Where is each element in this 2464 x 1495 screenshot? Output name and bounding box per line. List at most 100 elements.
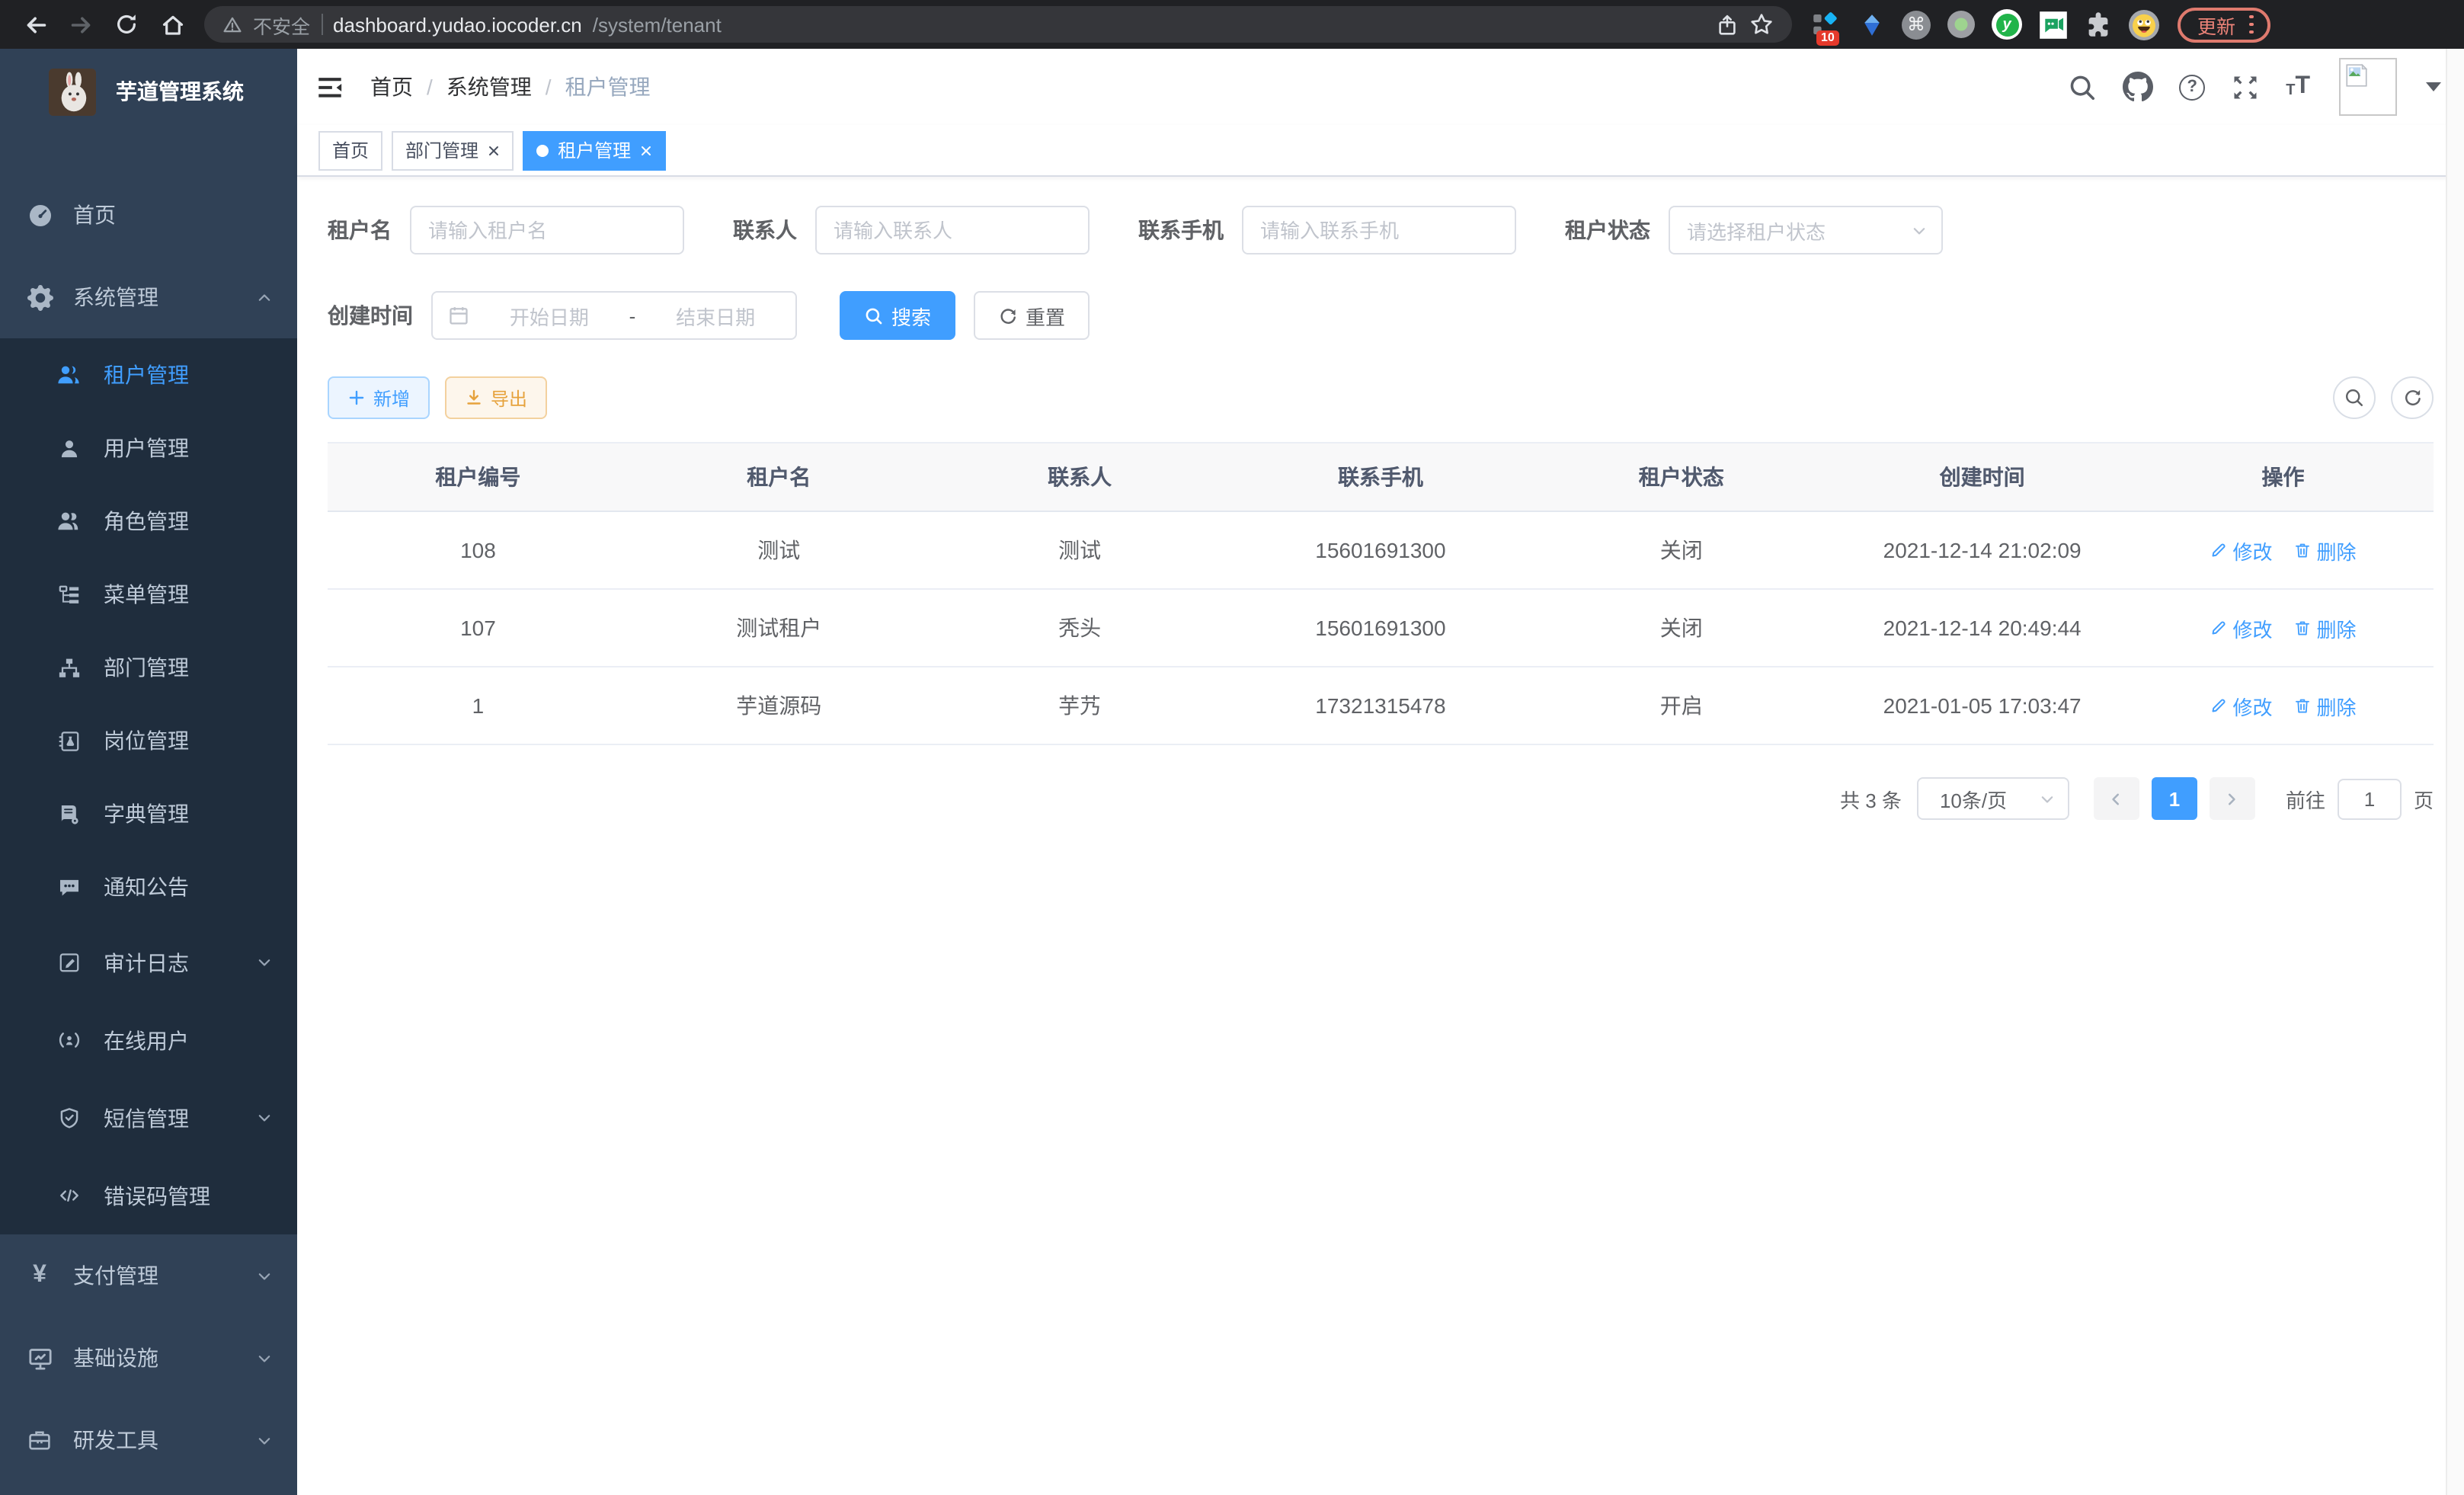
tag-dept[interactable]: 部门管理 [392, 130, 514, 170]
browser-menu-dots-icon[interactable] [2249, 14, 2253, 34]
reset-button[interactable]: 重置 [974, 291, 1090, 340]
delete-link[interactable]: 删除 [2294, 613, 2357, 642]
sidebar-item-sms[interactable]: 短信管理 [0, 1079, 297, 1157]
goto-page-input[interactable] [2338, 778, 2402, 819]
sidebar-item-tenant[interactable]: 租户管理 [0, 338, 297, 411]
add-button[interactable]: 新增 [328, 376, 430, 419]
filter-row-1: 租户名 联系人 联系手机 租户状态 请选择租户状态 [328, 206, 2434, 255]
delete-icon [2294, 541, 2312, 559]
col-tenant-name: 租户名 [629, 443, 930, 511]
edit-link[interactable]: 修改 [2210, 613, 2273, 642]
edit-icon [2210, 619, 2229, 637]
delete-link[interactable]: 删除 [2294, 536, 2357, 565]
date-range-picker[interactable]: 开始日期 - 结束日期 [431, 291, 797, 340]
address-bar[interactable]: 不安全 dashboard.yudao.iocoder.cn/system/te… [204, 6, 1792, 43]
online-users-icon [56, 1029, 81, 1052]
url-path[interactable]: /system/tenant [593, 13, 722, 36]
edit-link[interactable]: 修改 [2210, 536, 2273, 565]
browser-reload-button[interactable] [104, 5, 149, 44]
goto-page: 前往 页 [2286, 778, 2434, 819]
sidebar-item-online-users[interactable]: 在线用户 [0, 1001, 297, 1079]
cell-actions: 修改删除 [2133, 511, 2434, 589]
sidebar-item-devtools[interactable]: 研发工具 [0, 1399, 297, 1481]
sidebar-item-label: 部门管理 [104, 652, 189, 683]
gear-icon [26, 284, 53, 310]
fullscreen-icon[interactable] [2231, 72, 2260, 101]
show-search-button[interactable] [2333, 376, 2376, 419]
status-select[interactable]: 请选择租户状态 [1669, 206, 1943, 255]
sidebar-item-user[interactable]: 用户管理 [0, 411, 297, 485]
search-button[interactable]: 搜索 [840, 291, 955, 340]
url-divider [321, 14, 322, 35]
next-page-button[interactable] [2210, 777, 2255, 820]
user-avatar[interactable] [2339, 58, 2397, 116]
edit-link[interactable]: 修改 [2210, 691, 2273, 720]
chevron-down-icon [256, 1267, 273, 1284]
fold-icon [315, 72, 344, 101]
github-icon[interactable] [2123, 72, 2153, 102]
prev-page-button[interactable] [2094, 777, 2139, 820]
sidebar-item-notice[interactable]: 通知公告 [0, 850, 297, 924]
caret-down-icon[interactable] [2426, 82, 2441, 91]
tenant-name-input[interactable] [410, 206, 684, 255]
browser-home-button[interactable] [149, 5, 195, 44]
sidebar-item-menu[interactable]: 菜单管理 [0, 558, 297, 631]
sidebar-logo[interactable]: 芋道管理系统 [0, 49, 297, 134]
tag-tenant[interactable]: 租户管理 [523, 130, 666, 170]
sidebar-item-system[interactable]: 系统管理 [0, 256, 297, 338]
breadcrumb-separator: / [546, 75, 552, 99]
extension-icon-6[interactable] [2037, 9, 2068, 40]
extension-icon-4[interactable] [1946, 9, 1976, 40]
calendar-icon [448, 305, 469, 326]
page-number-button[interactable]: 1 [2152, 777, 2197, 820]
sidebar-item-role[interactable]: 角色管理 [0, 485, 297, 558]
table-row: 107 测试租户 秃头 15601691300 关闭 2021-12-14 20… [328, 589, 2434, 667]
sidebar-fold-button[interactable] [315, 72, 344, 101]
browser-back-button[interactable] [12, 5, 58, 44]
browser-forward-button[interactable] [58, 5, 104, 44]
page-size-select[interactable]: 10条/页 [1917, 777, 2069, 820]
post-badge-icon [56, 729, 81, 752]
export-button[interactable]: 导出 [445, 376, 547, 419]
cell-mobile: 17321315478 [1230, 667, 1531, 744]
search-icon [2344, 387, 2365, 408]
close-icon[interactable] [488, 144, 500, 156]
table-row: 108 测试 测试 15601691300 关闭 2021-12-14 21:0… [328, 511, 2434, 589]
extension-icon-5[interactable]: y [1992, 9, 2022, 40]
profile-avatar[interactable] [2129, 9, 2159, 40]
browser-update-button[interactable]: 更新 [2178, 7, 2270, 42]
search-icon[interactable] [2068, 72, 2097, 101]
sidebar-item-error-code[interactable]: 错误码管理 [0, 1157, 297, 1234]
sidebar-menu: 首页 系统管理 租户管理 [0, 174, 297, 1481]
help-icon[interactable]: ? [2179, 74, 2205, 100]
extensions-puzzle-icon[interactable] [2083, 9, 2114, 40]
bookmark-star-icon[interactable] [1749, 12, 1774, 37]
cell-tenant-name: 测试租户 [629, 589, 930, 667]
sidebar-item-infra[interactable]: 基础设施 [0, 1317, 297, 1399]
font-size-icon[interactable]: TT [2286, 75, 2310, 99]
sidebar-item-label: 租户管理 [104, 360, 189, 390]
delete-link[interactable]: 删除 [2294, 691, 2357, 720]
security-label[interactable]: 不安全 [253, 10, 310, 39]
close-icon[interactable] [640, 144, 652, 156]
breadcrumb-system[interactable]: 系统管理 [446, 72, 532, 102]
sidebar-item-dept[interactable]: 部门管理 [0, 631, 297, 704]
sidebar-item-pay[interactable]: ¥ 支付管理 [0, 1234, 297, 1317]
sidebar-item-audit-log[interactable]: 审计日志 [0, 924, 297, 1001]
sidebar-item-dict[interactable]: 字典管理 [0, 777, 297, 850]
extension-icon-1[interactable]: 10 [1810, 9, 1841, 40]
refresh-table-button[interactable] [2391, 376, 2434, 419]
mobile-input[interactable] [1242, 206, 1516, 255]
sidebar-item-home[interactable]: 首页 [0, 174, 297, 256]
refresh-icon [2402, 387, 2423, 408]
extension-icon-2[interactable] [1856, 9, 1886, 40]
share-icon[interactable] [1716, 13, 1739, 36]
breadcrumb-home[interactable]: 首页 [370, 72, 413, 102]
tag-home[interactable]: 首页 [318, 130, 382, 170]
page-scrollbar[interactable] [2446, 49, 2464, 1495]
sidebar-item-post[interactable]: 岗位管理 [0, 704, 297, 777]
extension-icon-3[interactable]: ⌘ [1902, 10, 1931, 39]
col-tenant-id: 租户编号 [328, 443, 629, 511]
url-host[interactable]: dashboard.yudao.iocoder.cn [333, 13, 582, 36]
contact-input[interactable] [815, 206, 1090, 255]
